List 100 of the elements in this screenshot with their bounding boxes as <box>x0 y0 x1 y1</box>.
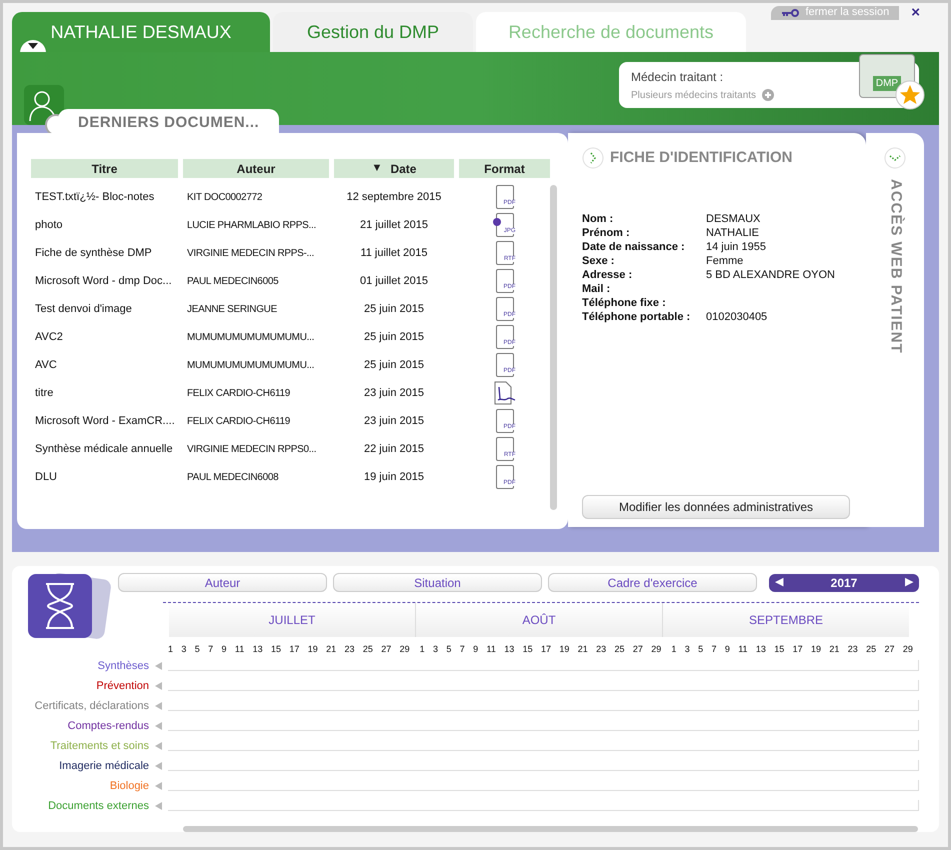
side-tab[interactable]: ACCÈS WEB PATIENT <box>866 133 924 527</box>
table-cell-text: LUCIE PHARMLABIO RPPS... <box>186 218 317 232</box>
table-cell-text: FELIX CARDIO-CH6119 <box>186 414 292 428</box>
day-number: 27 <box>632 642 643 656</box>
side-tab-label: ACCÈS WEB PATIENT <box>886 179 906 354</box>
day-number: 25 <box>614 642 625 656</box>
day-number: 17 <box>541 642 552 656</box>
table-cell-text: 12 septembre 2015 <box>346 190 442 205</box>
field-label: Prénom : <box>582 226 631 240</box>
column-label: Auteur <box>236 160 276 178</box>
day-number: 25 <box>866 642 876 656</box>
column-header[interactable]: Format <box>459 159 550 178</box>
field-label: Mail : <box>582 282 612 296</box>
doctor-summary: Plusieurs médecins traitants <box>631 88 756 102</box>
day-number: 13 <box>756 642 766 656</box>
field-value: 5 BD ALEXANDRE OYON <box>706 268 835 282</box>
day-number: 17 <box>289 642 300 656</box>
collapse-arrow-icon[interactable] <box>155 722 162 730</box>
close-button[interactable]: × <box>911 5 920 20</box>
day-number: 1 <box>168 642 174 656</box>
day-number: 23 <box>596 642 606 656</box>
next-year-button[interactable]: ▶ <box>904 574 913 591</box>
expand-icon[interactable] <box>582 147 604 170</box>
category-label[interactable]: Comptes-rendus <box>16 718 149 734</box>
category-label[interactable]: Prévention <box>16 678 149 694</box>
day-number: 19 <box>811 642 822 656</box>
add-icon[interactable] <box>762 89 774 101</box>
day-number: 5 <box>446 642 452 656</box>
day-number: 15 <box>522 642 533 656</box>
day-number: 19 <box>559 642 570 656</box>
table-cell-text: PAUL MEDECIN6008 <box>186 470 280 484</box>
documents-title: DERNIERS DOCUMEN... <box>78 112 260 133</box>
table-cell-text: AVC2 <box>34 330 64 345</box>
table-cell-text: 21 juillet 2015 <box>359 218 429 233</box>
table-cell-text: JEANNE SERINGUE <box>186 302 278 316</box>
category-label[interactable]: Synthèses <box>16 658 149 674</box>
table-cell-text: Fiche de synthèse DMP <box>34 246 153 261</box>
table-cell-text: Microsoft Word - ExamCR.... <box>34 414 176 429</box>
scrollbar[interactable] <box>550 185 557 510</box>
collapse-arrow-icon[interactable] <box>155 782 162 790</box>
day-number: 27 <box>381 642 392 656</box>
month-header: SEPTEMBRE <box>662 603 909 637</box>
table-cell-text: 25 juin 2015 <box>363 330 425 345</box>
edit-admin-button[interactable]: Modifier les données administratives <box>582 495 850 519</box>
collapse-arrow-icon[interactable] <box>155 682 162 690</box>
table-cell-text: PAUL MEDECIN6005 <box>186 274 280 288</box>
column-header[interactable]: Titre <box>31 159 178 178</box>
day-number: 11 <box>486 642 496 656</box>
day-number: 21 <box>829 642 840 656</box>
category-label[interactable]: Imagerie médicale <box>16 758 149 774</box>
table-cell-text: 25 juin 2015 <box>363 358 425 373</box>
table-cell-text: MUMUMUMUMUMUMUMU... <box>186 358 316 372</box>
collapse-arrow-icon[interactable] <box>155 762 162 770</box>
day-number: 9 <box>473 642 478 656</box>
category-label[interactable]: Certificats, déclarations <box>16 698 149 714</box>
field-value: 14 juin 1955 <box>706 240 766 254</box>
signature-file-icon[interactable] <box>494 381 516 405</box>
day-number: 23 <box>344 642 354 656</box>
collapse-arrow-icon[interactable] <box>155 662 162 670</box>
table-cell-text: 23 juin 2015 <box>363 414 425 429</box>
table-cell-text: 11 juillet 2015 <box>359 246 429 261</box>
field-value: Femme <box>706 254 744 268</box>
table-cell-text: photo <box>34 218 64 233</box>
collapse-arrow-icon[interactable] <box>155 742 162 750</box>
collapse-arrow-icon[interactable] <box>155 802 162 810</box>
month-header: JUILLET <box>268 612 316 629</box>
previous-year-button[interactable]: ◀ <box>775 574 783 591</box>
field-label: Adresse : <box>582 268 634 282</box>
table-cell-text: 22 juin 2015 <box>363 442 425 457</box>
column-header[interactable]: ▼ Date <box>334 159 454 178</box>
day-number: 5 <box>194 642 200 656</box>
table-cell-text: 25 juin 2015 <box>363 302 425 317</box>
field-value: 0102030405 <box>706 310 768 324</box>
filter-button[interactable]: Auteur <box>118 573 327 592</box>
day-number: 7 <box>711 642 716 656</box>
field-label: Téléphone fixe : <box>582 296 667 310</box>
collapse-arrow-icon[interactable] <box>155 702 162 710</box>
day-number: 29 <box>902 642 913 656</box>
day-number: 17 <box>792 642 803 656</box>
day-number: 11 <box>738 642 748 656</box>
column-header[interactable]: Auteur <box>183 159 329 178</box>
field-label: Téléphone portable : <box>582 310 692 324</box>
day-number: 27 <box>884 642 895 656</box>
day-number: 13 <box>252 642 263 656</box>
filter-button[interactable]: Situation <box>333 573 542 592</box>
identity-title: FICHE D'IDENTIFICATION <box>610 148 792 168</box>
year-label: 2017 <box>830 574 858 592</box>
table-cell-text: titre <box>34 386 54 401</box>
table-cell-text: Microsoft Word - dmp Doc... <box>34 274 173 289</box>
filter-button[interactable]: Cadre d'exercice <box>548 573 757 592</box>
column-label: Date <box>390 160 416 178</box>
day-number: 1 <box>671 642 676 656</box>
day-number: 9 <box>222 642 227 656</box>
day-number: 7 <box>208 642 214 656</box>
horizontal-scrollbar[interactable] <box>183 826 918 832</box>
tab[interactable]: NATHALIE DESMAUX <box>12 12 270 52</box>
day-number: 19 <box>308 642 318 656</box>
month-header: AOÛT <box>415 603 662 637</box>
expand-icon <box>884 147 906 169</box>
tab[interactable]: Gestion du DMP <box>273 12 473 52</box>
